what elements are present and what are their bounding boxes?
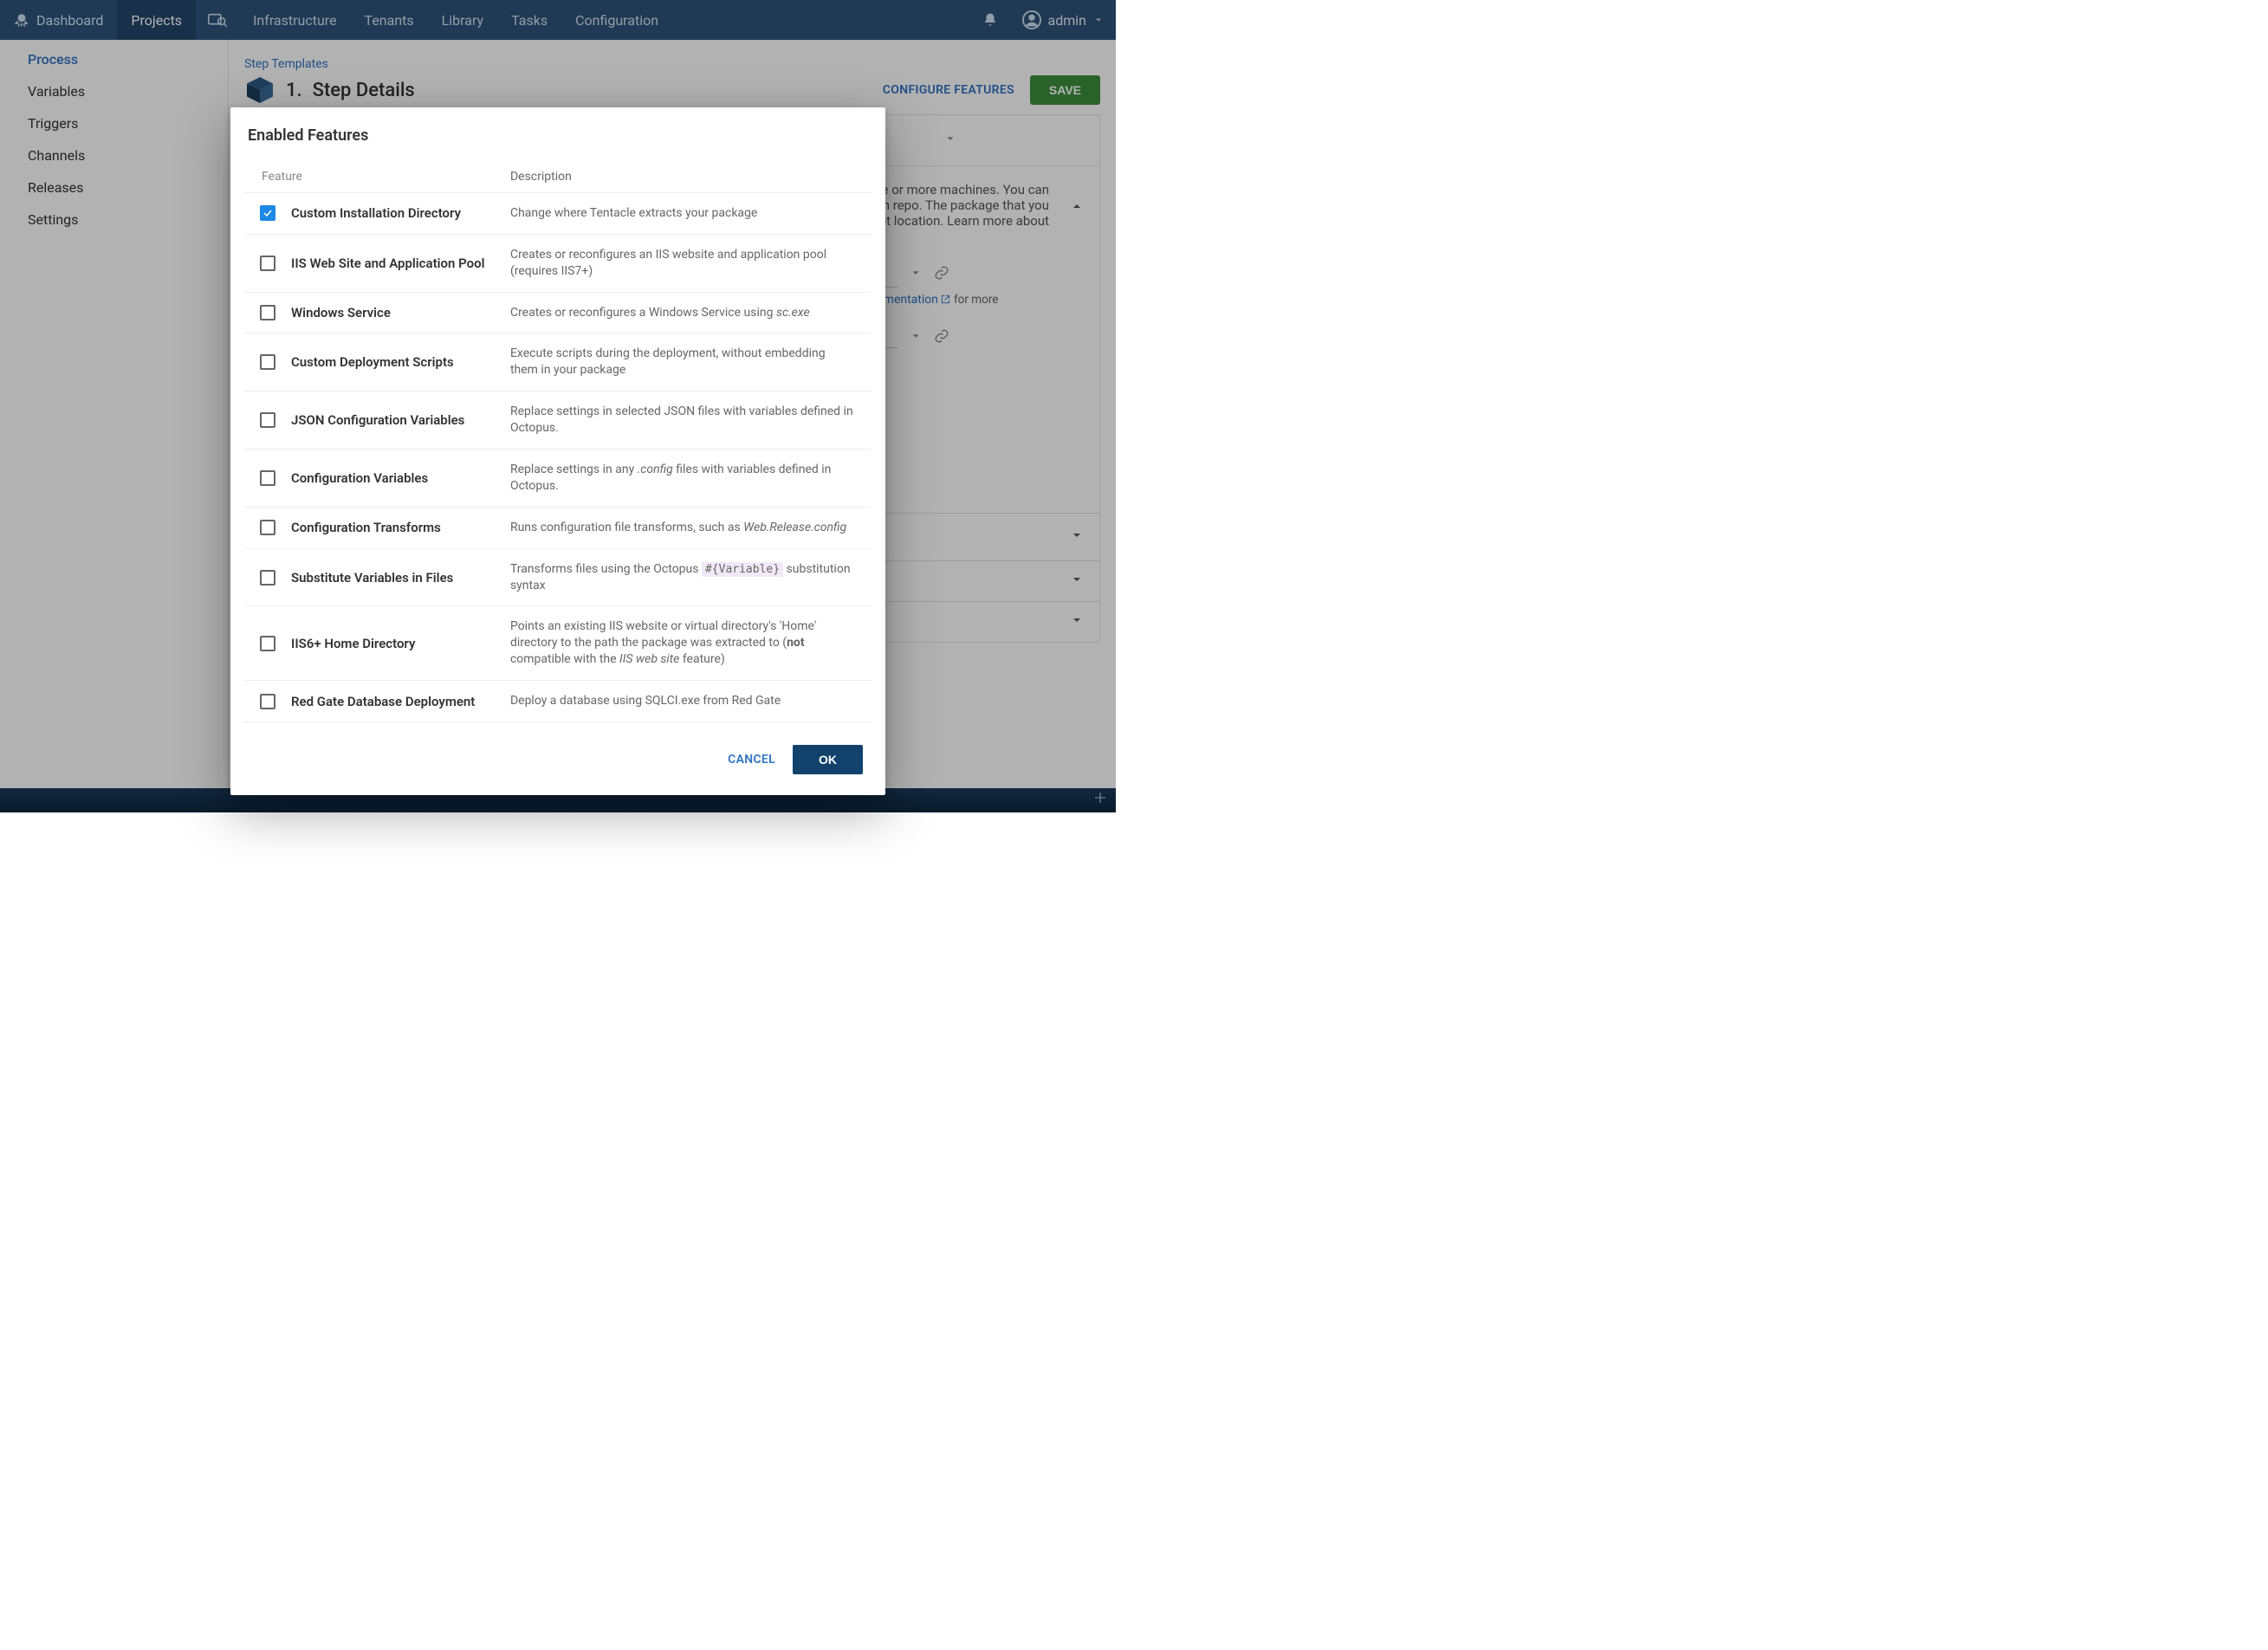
cancel-button[interactable]: CANCEL	[728, 753, 775, 767]
feature-description: Execute scripts during the deployment, w…	[510, 346, 856, 379]
col-feature-header: Feature	[262, 170, 302, 184]
ok-button[interactable]: OK	[793, 745, 863, 774]
feature-checkbox[interactable]	[260, 412, 275, 428]
features-table: Feature Description Custom Installation …	[244, 162, 872, 722]
feature-description: Runs configuration file transforms, such…	[510, 520, 856, 536]
feature-row[interactable]: Red Gate Database Deployment Deploy a dat…	[244, 681, 872, 722]
feature-name: Windows Service	[291, 305, 391, 320]
feature-row[interactable]: Configuration Transforms Runs configurati…	[244, 508, 872, 549]
feature-row[interactable]: Custom Deployment Scripts Execute scripts…	[244, 333, 872, 391]
feature-row[interactable]: Configuration Variables Replace settings …	[244, 450, 872, 508]
feature-name: Substitute Variables in Files	[291, 570, 453, 586]
feature-checkbox[interactable]	[260, 694, 275, 709]
feature-description: Creates or reconfigures a Windows Servic…	[510, 305, 856, 321]
feature-row[interactable]: JSON Configuration Variables Replace sett…	[244, 391, 872, 450]
feature-checkbox[interactable]	[260, 354, 275, 370]
feature-name: Configuration Transforms	[291, 520, 441, 535]
feature-name: IIS6+ Home Directory	[291, 636, 415, 651]
feature-description: Points an existing IIS website or virtua…	[510, 618, 856, 668]
feature-description: Creates or reconfigures an IIS website a…	[510, 247, 856, 280]
feature-checkbox[interactable]	[260, 520, 275, 535]
feature-description: Replace settings in selected JSON files …	[510, 404, 856, 437]
col-description-header: Description	[510, 170, 572, 184]
feature-name: Red Gate Database Deployment	[291, 694, 475, 709]
feature-checkbox[interactable]	[260, 570, 275, 586]
enabled-features-modal: Enabled Features Feature Description Cus…	[230, 107, 885, 795]
feature-name: Configuration Variables	[291, 470, 428, 486]
feature-description: Transforms files using the Octopus #{Var…	[510, 561, 856, 594]
feature-row[interactable]: Substitute Variables in Files Transforms …	[244, 549, 872, 607]
feature-row[interactable]: IIS Web Site and Application Pool Creates…	[244, 235, 872, 293]
feature-row[interactable]: Windows Service Creates or reconfigures a…	[244, 293, 872, 334]
feature-description: Change where Tentacle extracts your pack…	[510, 205, 856, 222]
feature-checkbox[interactable]	[260, 470, 275, 486]
feature-description: Replace settings in any .config files wi…	[510, 462, 856, 495]
feature-name: Custom Deployment Scripts	[291, 354, 454, 370]
feature-checkbox[interactable]	[260, 205, 275, 221]
feature-row[interactable]: Custom Installation Directory Change wher…	[244, 193, 872, 235]
feature-name: JSON Configuration Variables	[291, 412, 464, 428]
feature-checkbox[interactable]	[260, 305, 275, 320]
feature-description: Deploy a database using SQLCI.exe from R…	[510, 693, 856, 709]
feature-name: Custom Installation Directory	[291, 205, 461, 221]
modal-title: Enabled Features	[244, 126, 872, 145]
feature-checkbox[interactable]	[260, 256, 275, 271]
feature-name: IIS Web Site and Application Pool	[291, 256, 485, 271]
feature-checkbox[interactable]	[260, 636, 275, 651]
feature-row[interactable]: IIS6+ Home Directory Points an existing I…	[244, 606, 872, 681]
